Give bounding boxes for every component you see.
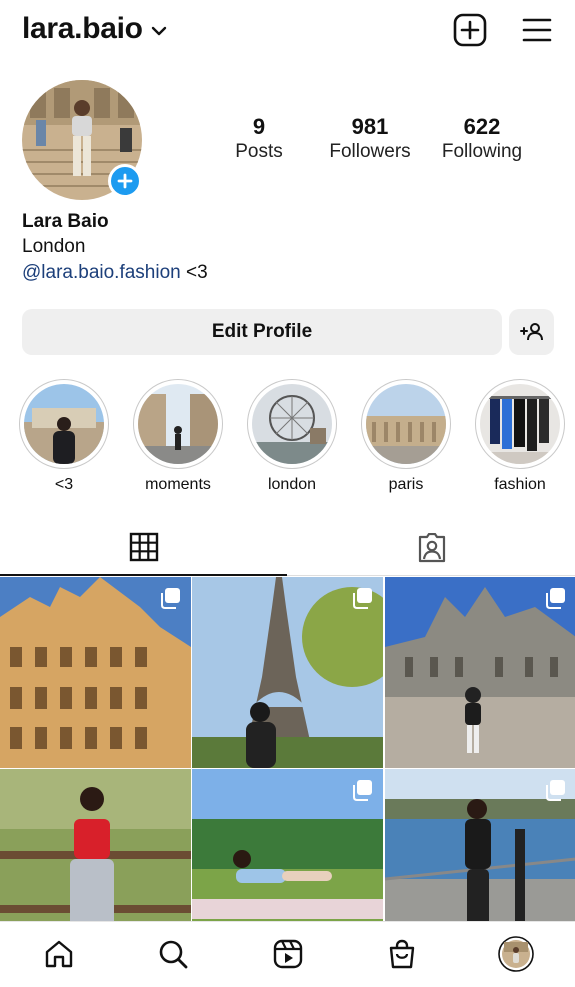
highlight-item[interactable]: london <box>247 379 337 495</box>
highlight-item[interactable]: <3 <box>19 379 109 495</box>
highlight-cover <box>252 384 332 464</box>
location-text: London <box>22 236 86 257</box>
post-thumbnail[interactable] <box>385 577 575 768</box>
highlight-label: london <box>267 476 317 493</box>
highlight-label: <3 <box>54 476 74 493</box>
new-post-button[interactable] <box>452 12 488 48</box>
highlight-item[interactable]: paris <box>361 379 451 495</box>
followers-count: 981 <box>351 114 389 139</box>
multiple-posts-icon <box>161 588 180 609</box>
multiple-posts-icon <box>546 780 565 801</box>
followers-stat[interactable]: 981 Followers <box>322 114 418 164</box>
nav-search[interactable] <box>155 936 191 972</box>
profile-avatar[interactable] <box>22 80 144 202</box>
display-name: Lara Baio <box>22 211 109 232</box>
bottom-navigation <box>0 921 575 987</box>
profile-header: lara.baio <box>0 0 575 64</box>
profile-bio: Lara Baio London @lara.baio.fashion <3 <box>22 210 208 286</box>
grid-icon <box>129 532 158 562</box>
posts-grid <box>0 577 575 960</box>
highlight-label: fashion <box>494 476 546 493</box>
highlight-cover <box>366 384 446 464</box>
following-stat[interactable]: 622 Following <box>434 114 530 164</box>
highlight-cover <box>24 384 104 464</box>
post-thumbnail[interactable] <box>192 577 383 768</box>
multiple-posts-icon <box>353 588 372 609</box>
posts-count: 9 <box>252 114 266 139</box>
bio-link[interactable]: @lara.baio.fashion <box>22 262 181 283</box>
nav-reels[interactable] <box>270 936 306 972</box>
multiple-posts-icon <box>353 780 372 801</box>
plus-icon <box>117 173 133 189</box>
add-person-icon <box>519 323 543 341</box>
highlight-label: moments <box>145 476 211 493</box>
account-switcher[interactable]: lara.baio <box>22 12 167 46</box>
following-count: 622 <box>463 114 501 139</box>
username: lara.baio <box>22 12 143 45</box>
discover-people-button[interactable] <box>509 309 554 355</box>
following-label: Following <box>441 141 523 162</box>
nav-profile[interactable] <box>498 936 534 972</box>
edit-profile-button[interactable]: Edit Profile <box>22 309 502 355</box>
reels-icon <box>273 939 303 969</box>
highlight-cover <box>480 384 560 464</box>
menu-icon <box>522 18 552 42</box>
tab-posts-grid[interactable] <box>0 520 287 576</box>
shop-icon <box>389 939 415 969</box>
home-icon <box>45 940 73 968</box>
chevron-down-icon <box>151 26 166 36</box>
tagged-icon <box>418 533 445 563</box>
add-story-button[interactable] <box>108 164 142 198</box>
multiple-posts-icon <box>546 588 565 609</box>
posts-label: Posts <box>235 141 283 162</box>
highlight-item[interactable]: moments <box>133 379 223 495</box>
highlight-label: paris <box>388 476 424 493</box>
highlight-item[interactable]: fashion <box>475 379 565 495</box>
search-icon <box>159 940 188 969</box>
highlight-cover <box>138 384 218 464</box>
post-thumbnail[interactable] <box>0 577 191 768</box>
followers-label: Followers <box>329 141 411 162</box>
new-post-icon <box>453 13 487 47</box>
content-tabs <box>0 520 575 576</box>
menu-button[interactable] <box>519 12 555 48</box>
bio-line: @lara.baio.fashion <3 <box>22 260 208 286</box>
nav-home[interactable] <box>41 936 77 972</box>
profile-avatar-icon <box>498 936 534 972</box>
nav-shop[interactable] <box>384 936 420 972</box>
posts-stat[interactable]: 9 Posts <box>224 114 294 164</box>
bio-suffix: <3 <box>180 262 208 283</box>
tab-tagged[interactable] <box>288 520 575 576</box>
